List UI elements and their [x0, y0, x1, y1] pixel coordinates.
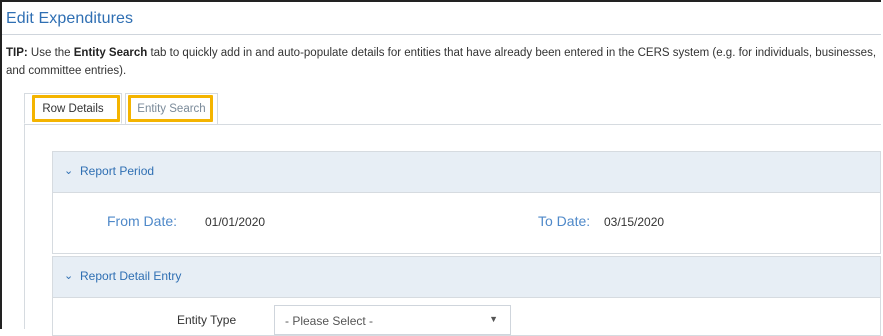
chevron-down-icon[interactable]: ⌄ [64, 164, 73, 177]
report-detail-header[interactable]: ⌄ Report Detail Entry [53, 257, 880, 298]
report-period-title: Report Period [80, 164, 155, 178]
report-period-panel: ⌄ Report Period From Date: 01/01/2020 To… [52, 151, 881, 254]
from-date-label: From Date: [107, 213, 178, 229]
caret-down-icon: ▼ [489, 314, 498, 324]
entity-type-selected: - Please Select - [285, 314, 374, 328]
report-detail-panel: ⌄ Report Detail Entry Entity Type - Plea… [52, 256, 881, 336]
chevron-down-icon[interactable]: ⌄ [64, 269, 73, 282]
tip-text: TIP: Use the Entity Search tab to quickl… [6, 44, 878, 80]
tip-prefix: TIP: [6, 47, 28, 59]
to-date-value: 03/15/2020 [604, 215, 665, 229]
to-date-label: To Date: [538, 213, 591, 229]
title-divider [2, 34, 881, 35]
report-detail-title: Report Detail Entry [80, 269, 182, 283]
report-period-header[interactable]: ⌄ Report Period [53, 152, 880, 193]
tip-highlight: Entity Search [73, 47, 148, 59]
tab-row-details[interactable]: Row Details [24, 93, 122, 124]
from-date-value: 01/01/2020 [205, 215, 266, 229]
page-title: Edit Expenditures [6, 10, 134, 27]
tab-bar: Row Details Entity Search [24, 93, 881, 125]
tip-text-before: Use the [27, 47, 74, 59]
entity-type-select[interactable]: - Please Select - ▼ [274, 305, 511, 335]
tab-entity-search[interactable]: Entity Search [125, 93, 218, 124]
tab-content-border [24, 124, 25, 329]
entity-type-label: Entity Type [177, 313, 237, 327]
